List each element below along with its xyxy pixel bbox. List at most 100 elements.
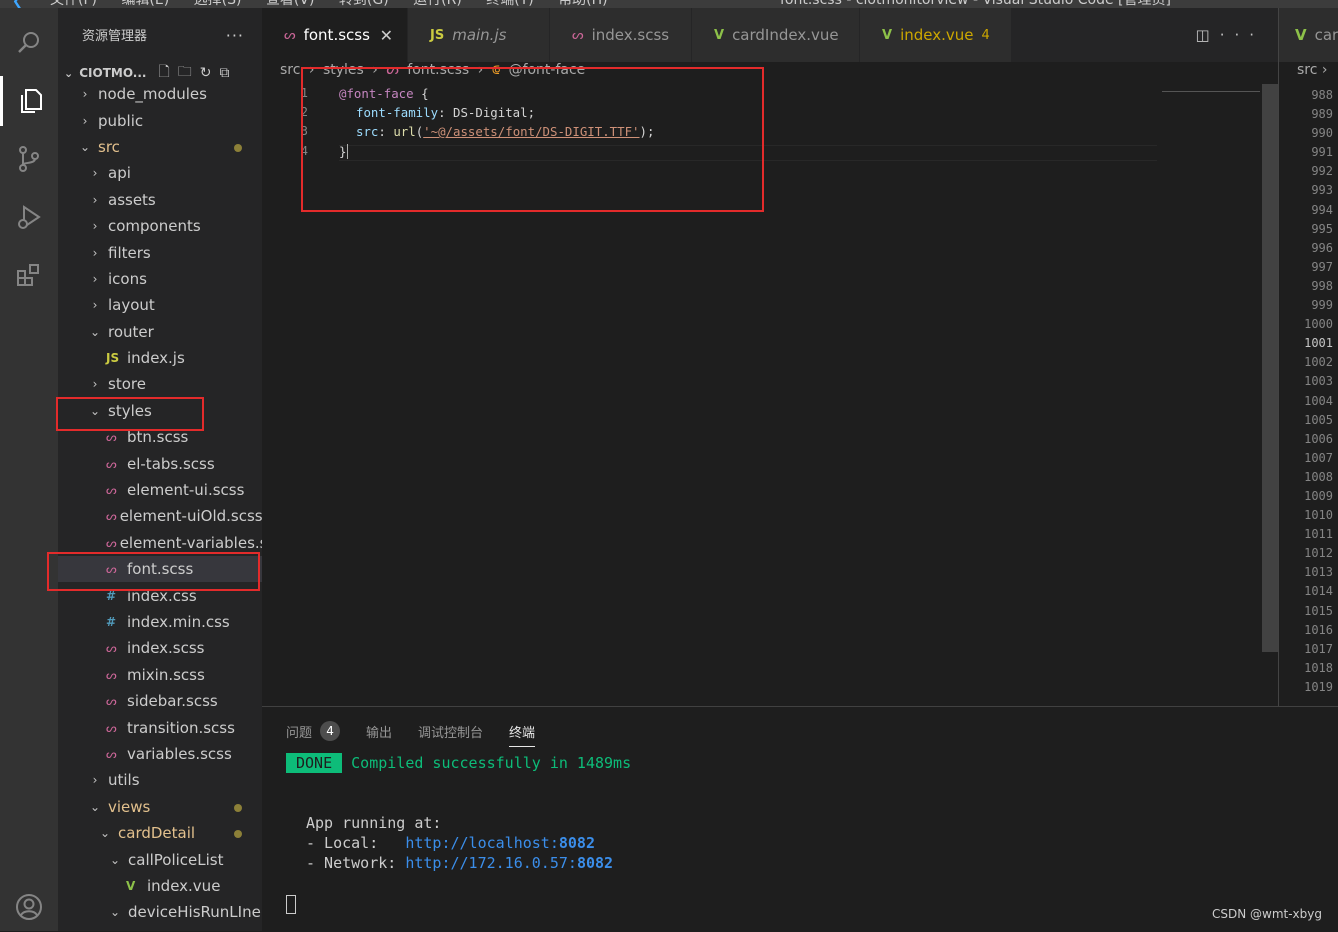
tab-main-js[interactable]: JS main.js: [408, 8, 550, 62]
bottom-panel: 问题 4 输出 调试控制台 终端 DONE Compiled successful…: [262, 706, 1338, 931]
menu-go[interactable]: 转到(G): [339, 0, 389, 8]
tree-folder[interactable]: ⌄ callPoliceList: [58, 846, 262, 872]
tree-file[interactable]: JS index.js: [58, 345, 262, 371]
vue-file-icon: V: [1295, 26, 1307, 44]
editor-tab-bar: ᔕ font.scss ✕ JS main.js ᔕ index.scss V …: [262, 8, 1278, 62]
line-number: 1004: [1304, 393, 1333, 408]
tab-output[interactable]: 输出: [366, 722, 392, 741]
line-number: 992: [1311, 164, 1333, 179]
extensions-icon[interactable]: [0, 250, 58, 300]
annotation-box-styles: [56, 397, 204, 431]
scrollbar-thumb[interactable]: [1262, 84, 1278, 652]
line-number: 1019: [1304, 679, 1333, 694]
local-url-link[interactable]: http://localhost:: [405, 834, 559, 852]
tree-file[interactable]: ᔕ transition.scss: [58, 714, 262, 740]
more-actions-icon[interactable]: ···: [226, 26, 244, 45]
tree-folder[interactable]: ⌄ cardDetail: [58, 820, 262, 846]
menu-selection[interactable]: 选择(S): [194, 0, 242, 8]
tree-item-label: store: [108, 375, 146, 394]
collapse-all-icon[interactable]: ⧉: [219, 65, 229, 81]
tree-file[interactable]: ᔕ mixin.scss: [58, 662, 262, 688]
menu-view[interactable]: 查看(V): [266, 0, 315, 8]
network-url-link[interactable]: http://172.16.0.57:: [405, 854, 577, 872]
local-port[interactable]: 8082: [559, 834, 595, 852]
terminal-line-running: App running at:: [306, 814, 442, 832]
close-icon[interactable]: ✕: [380, 26, 393, 45]
tree-folder[interactable]: › api: [58, 160, 262, 186]
tree-folder[interactable]: › public: [58, 107, 262, 133]
tree-folder[interactable]: › store: [58, 371, 262, 397]
menu-edit[interactable]: 编辑(E): [121, 0, 169, 8]
tree-file[interactable]: ᔕ element-ui.scss: [58, 477, 262, 503]
menu-file[interactable]: 文件(F): [50, 0, 97, 8]
tree-item-label: deviceHisRunLIne: [128, 903, 261, 922]
line-number: 1009: [1304, 488, 1333, 503]
split-breadcrumb[interactable]: src ›: [1279, 62, 1338, 84]
tab-terminal[interactable]: 终端: [509, 722, 536, 747]
tree-file[interactable]: ᔕ variables.scss: [58, 741, 262, 767]
tree-folder[interactable]: ⌄ deviceHisRunLIne: [58, 899, 262, 925]
annotation-box-font-scss: [47, 552, 260, 591]
explorer-sidebar: 资源管理器 ··· ⌄ CIOTMO... 🗋 🗀 ↻ ⧉ › node_modu…: [58, 8, 262, 931]
tab-index-vue[interactable]: V index.vue 4: [860, 8, 1012, 62]
line-number: 1017: [1304, 641, 1333, 656]
account-icon[interactable]: [0, 882, 58, 932]
tree-file[interactable]: Vindex.vue: [58, 873, 262, 899]
line-number: 1016: [1304, 622, 1333, 637]
line-number: 1013: [1304, 565, 1333, 580]
chevron-down-icon: ⌄: [89, 324, 101, 339]
sass-file-icon: ᔕ: [106, 746, 117, 761]
terminal-line-network: - Network: http://172.16.0.57:8082: [306, 854, 613, 872]
tab-problems[interactable]: 问题 4: [286, 721, 341, 741]
vertical-scrollbar[interactable]: [1262, 84, 1278, 704]
tree-file[interactable]: ᔕ el-tabs.scss: [58, 450, 262, 476]
source-control-icon[interactable]: [0, 134, 58, 184]
network-port[interactable]: 8082: [577, 854, 613, 872]
tree-file[interactable]: ᔕ index.scss: [58, 635, 262, 661]
tree-folder[interactable]: ⌄ router: [58, 319, 262, 345]
file-tree: › node_modules › public ⌄ src › api › assets › comp…: [58, 81, 262, 926]
tree-folder[interactable]: › components: [58, 213, 262, 239]
terminal-cursor[interactable]: [286, 895, 296, 914]
minimap-slider[interactable]: [1162, 91, 1260, 92]
tree-folder[interactable]: › layout: [58, 292, 262, 318]
tree-folder[interactable]: › filters: [58, 239, 262, 265]
tree-file[interactable]: ᔕ element-uiOld.scss: [58, 503, 262, 529]
tab-index-scss[interactable]: ᔕ index.scss: [550, 8, 692, 62]
sass-file-icon: ᔕ: [106, 535, 117, 550]
tree-item-label: api: [108, 164, 131, 183]
refresh-icon[interactable]: ↻: [200, 65, 212, 81]
tree-folder[interactable]: › utils: [58, 767, 262, 793]
tree-item-label: layout: [108, 296, 155, 315]
line-number: 1001: [1304, 336, 1333, 351]
split-editor-icon[interactable]: ◫: [1196, 26, 1220, 44]
search-icon[interactable]: [0, 18, 58, 68]
chevron-right-icon: ›: [92, 773, 98, 788]
split-line-numbers: 988 989 990 991 992 993 994 995 996 997 998 999 1000…: [1279, 88, 1333, 699]
tab-label: main.js: [452, 26, 507, 44]
tree-folder[interactable]: › icons: [58, 266, 262, 292]
tab-cardindex-vue[interactable]: V cardIndex.vue: [692, 8, 860, 62]
explorer-icon[interactable]: [0, 76, 58, 126]
modified-dot-icon: [234, 803, 242, 812]
sass-file-icon: ᔕ: [106, 720, 117, 735]
menu-run[interactable]: 运行(R): [413, 0, 462, 8]
tree-folder[interactable]: › node_modules: [58, 81, 262, 107]
network-label: - Network:: [306, 854, 406, 872]
tab-debug-console[interactable]: 调试控制台: [418, 722, 483, 741]
breadcrumb-src[interactable]: src: [280, 62, 300, 78]
line-number: 988: [1311, 88, 1333, 102]
tree-file[interactable]: ᔕ sidebar.scss: [58, 688, 262, 714]
tree-file[interactable]: # index.min.css: [58, 609, 262, 635]
line-number: 1003: [1304, 374, 1333, 389]
more-actions-icon[interactable]: ···: [1220, 26, 1264, 44]
tree-folder[interactable]: › assets: [58, 187, 262, 213]
tree-folder[interactable]: ⌄ src: [58, 134, 262, 160]
tree-folder[interactable]: ⌄ views: [58, 794, 262, 820]
tab-font-scss[interactable]: ᔕ font.scss ✕: [262, 8, 408, 62]
run-debug-icon[interactable]: [0, 192, 58, 242]
menu-terminal[interactable]: 终端(T): [486, 0, 533, 8]
tree-item-label: cardDetail: [118, 824, 196, 843]
tab-split-card[interactable]: V car: [1279, 8, 1338, 62]
menu-help[interactable]: 帮助(H): [558, 0, 607, 8]
